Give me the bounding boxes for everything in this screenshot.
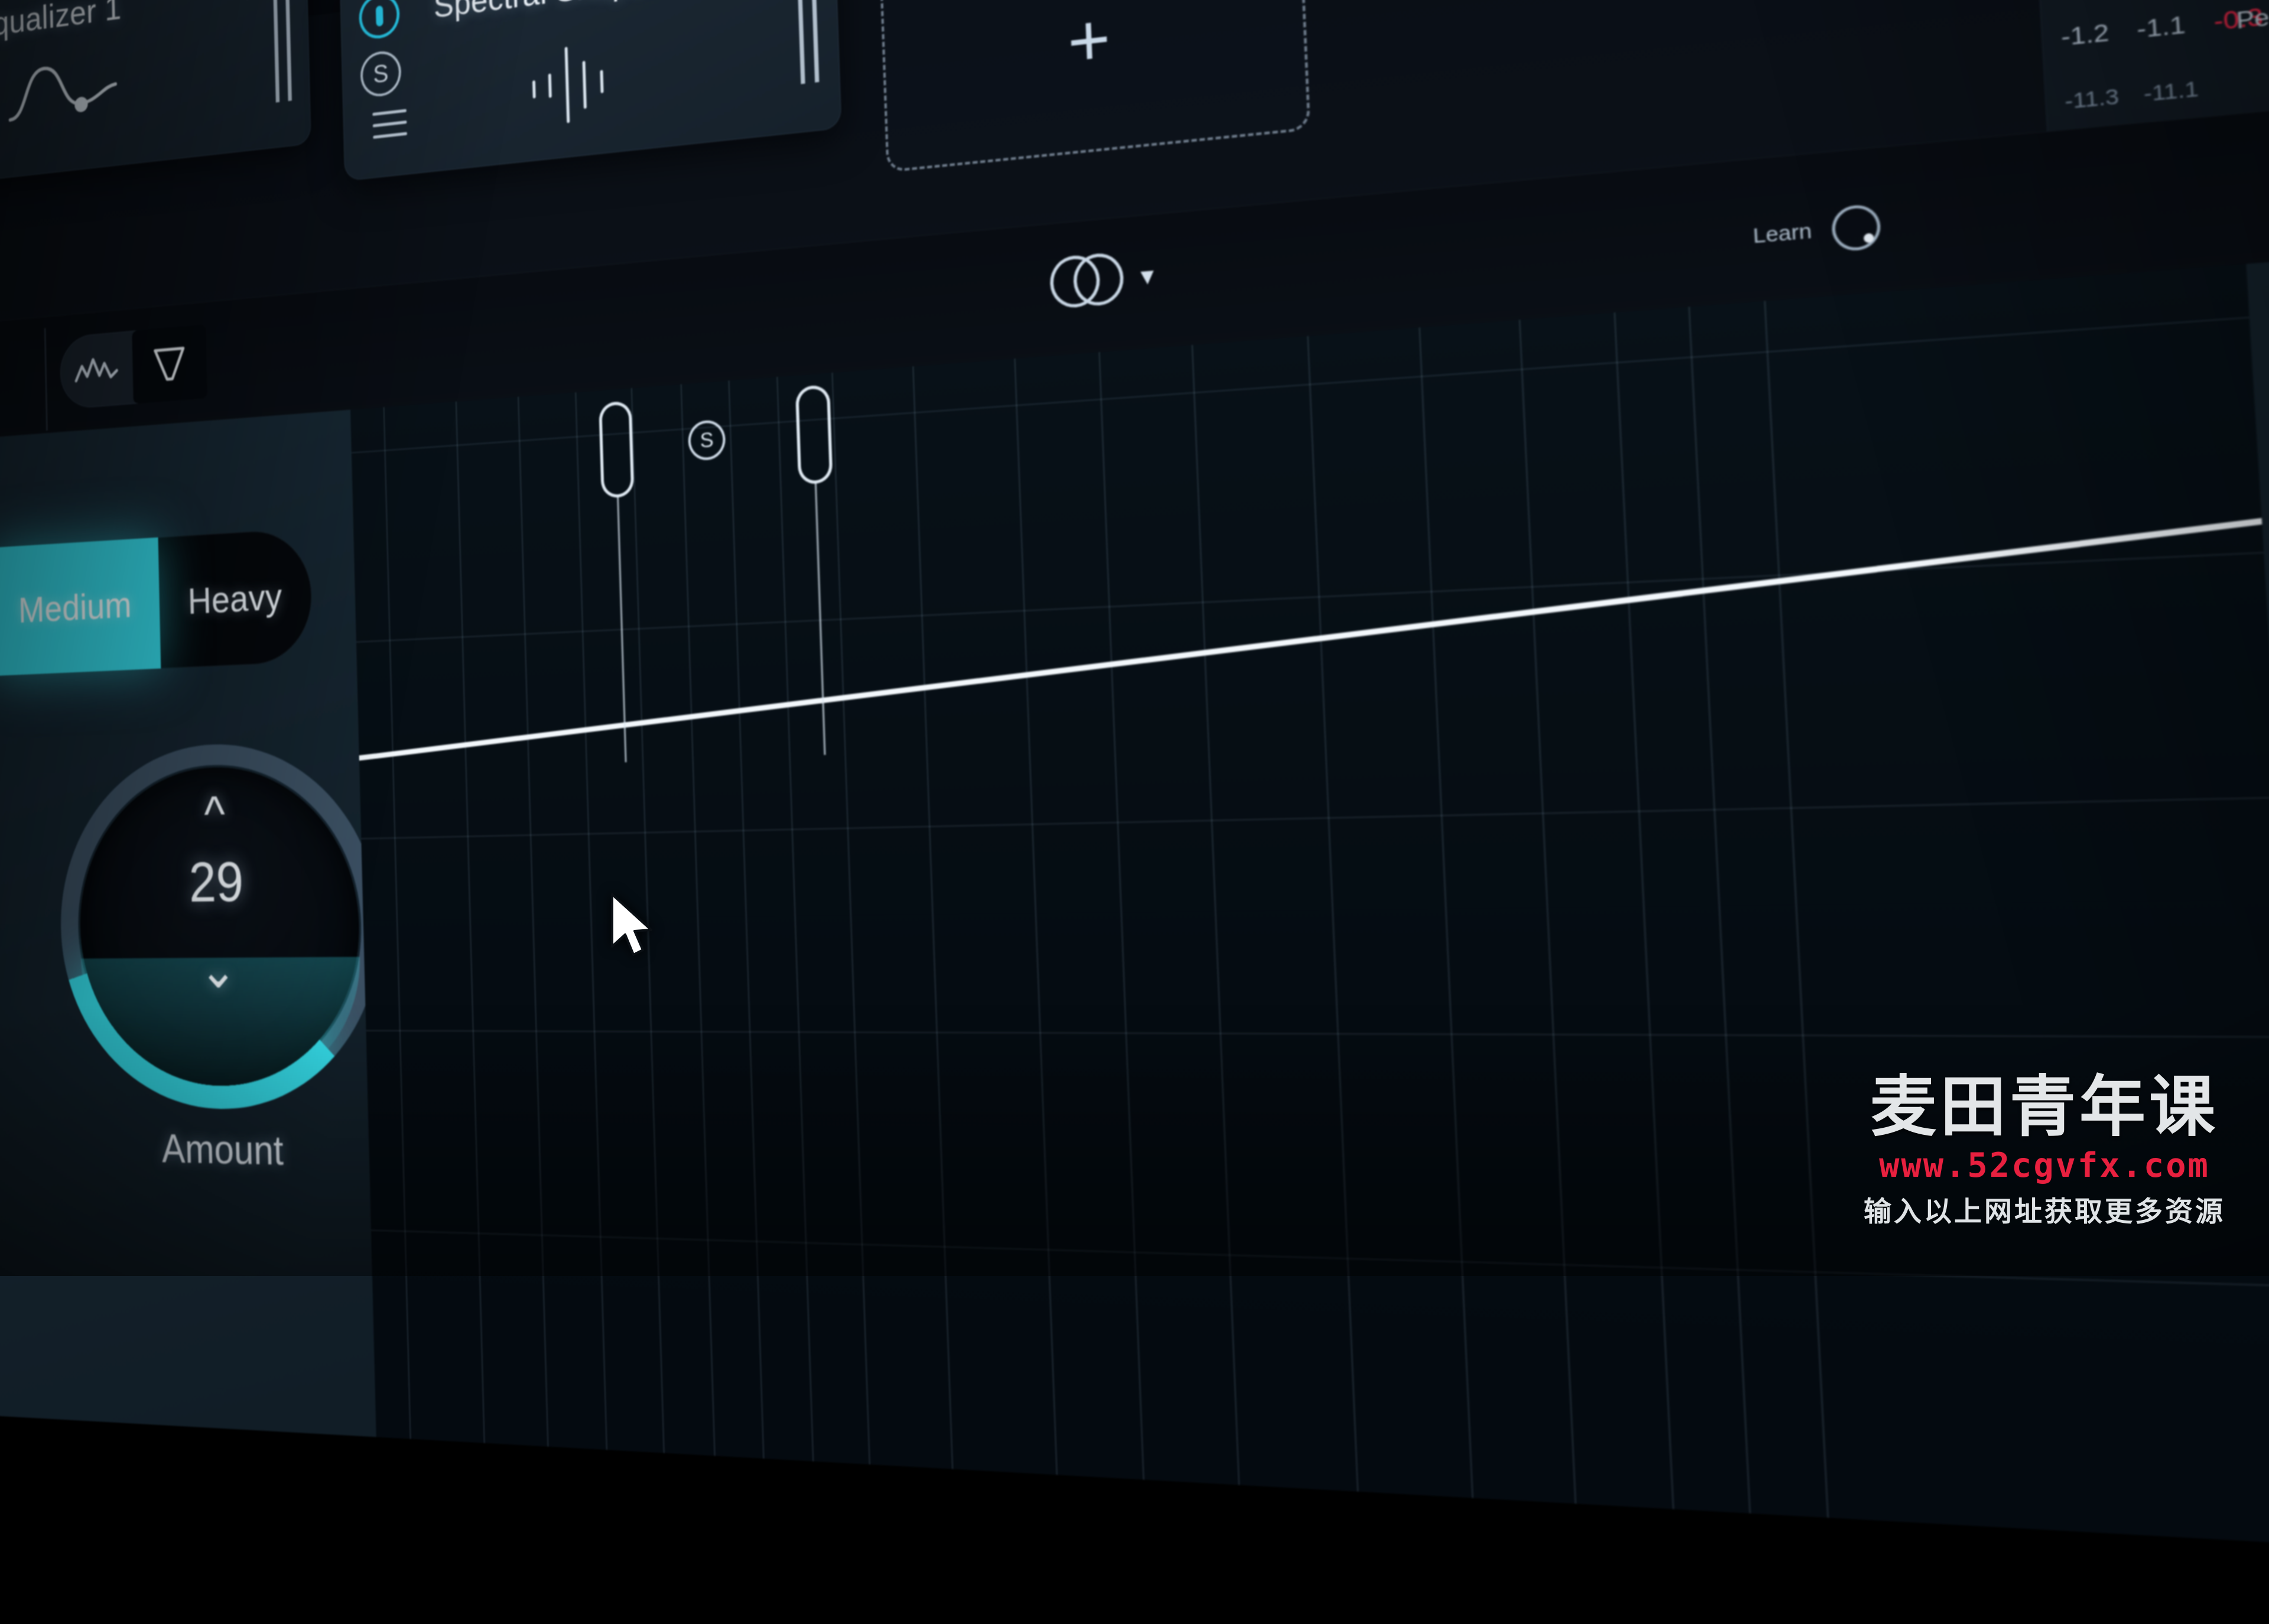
module-title: Spectral Shaper [433,0,658,25]
meter-values-secondary: -11.3 -11.1 [2064,77,2199,115]
module-close-button[interactable]: × [243,0,263,12]
mode-option-medium[interactable]: Medium [0,537,161,676]
watermark-url: www.52cgvfx.com [1879,1145,2210,1185]
plugin-window: NECTAR ADVANCED Vocals [0,0,2269,1569]
module-level-bars [797,0,820,84]
learn-label: Learn [1752,219,1813,248]
module-title: Equalizer 1 [0,0,122,45]
watermark-title: 麦田青年课 [1870,1069,2219,1145]
add-module-slot[interactable]: + [879,0,1311,173]
left-control-panel: Light Medium Heavy ^ 29 ⌄ Amount [0,409,385,1437]
module-power-icon[interactable] [359,0,400,41]
module-equalizer[interactable]: S Equalizer 1 × [0,0,311,194]
watermark: 麦田青年课 www.52cgvfx.com 输入以上网址获取更多资源 [1820,1072,2269,1229]
amount-value: 29 [188,851,245,914]
meter-value-in: -1.2 [2060,18,2110,52]
meter-value2-in: -11.3 [2064,84,2120,114]
stereo-link-icon [1049,252,1124,311]
mode-selector: Light Medium Heavy [0,528,313,682]
plugin-body: Light Medium Heavy ^ 29 ⌄ Amount [0,233,2269,1569]
spectrum-curve-icon [73,350,121,390]
band-handle-right[interactable] [795,385,833,755]
mode-option-heavy[interactable]: Heavy [158,528,313,669]
amount-decrement-button[interactable]: ⌄ [199,941,238,998]
knob-icon[interactable] [1831,203,1881,252]
watermark-subtitle: 输入以上网址获取更多资源 [1864,1195,2225,1228]
amount-knob[interactable]: ^ 29 ⌄ [57,738,385,1111]
chevron-down-icon[interactable]: ▾ [1140,260,1155,292]
amount-label: Amount [161,1125,284,1174]
module-list-icon[interactable] [362,109,408,150]
filter-shape-icon [149,340,190,389]
spectrum-bars-icon [525,30,649,137]
plus-icon: + [1066,0,1112,84]
meter-value-out: -1.1 [2135,11,2186,44]
view-toggle-spectrum[interactable] [60,331,134,409]
module-spectral-shaper[interactable]: S Spectral Shaper × [339,0,842,181]
divider [44,328,48,431]
eq-curve-icon [4,43,122,144]
meter-value2-out: -11.1 [2143,76,2200,107]
stereo-link-control[interactable]: ▾ [1049,249,1155,311]
amount-knob-group: ^ 29 ⌄ Amount [57,738,386,1173]
view-toggle-filter[interactable] [132,324,207,404]
view-toggle [59,324,207,410]
band-handle-left[interactable] [599,401,634,763]
amount-increment-button[interactable]: ^ [203,785,226,842]
module-solo-button[interactable]: S [360,49,401,99]
module-level-bars [273,0,292,103]
